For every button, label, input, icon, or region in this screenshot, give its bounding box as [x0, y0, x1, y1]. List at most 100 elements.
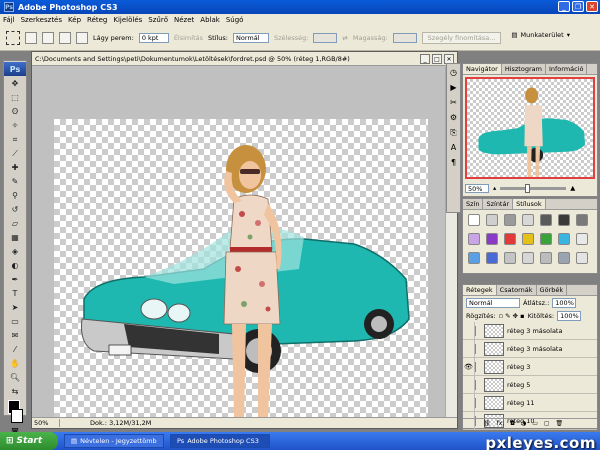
canvas-area[interactable] [32, 67, 447, 418]
paragraph-panel-icon[interactable]: ¶ [448, 157, 459, 168]
style-swatch[interactable] [486, 214, 498, 226]
character-panel-icon[interactable]: A [448, 142, 459, 153]
workspace-button[interactable]: ▤ Munkaterület ▾ [511, 31, 570, 39]
minimize-button[interactable]: _ [558, 1, 570, 12]
width-input[interactable] [313, 32, 338, 43]
tab-color[interactable]: Szín [463, 199, 484, 209]
tab-styles[interactable]: Stílusok [513, 199, 546, 209]
history-panel-icon[interactable]: ◷ [448, 67, 459, 78]
menu-item-layer[interactable]: Réteg [87, 16, 107, 24]
crop-tool-icon[interactable]: ⌗ [7, 134, 23, 145]
gradient-tool-icon[interactable]: ▦ [7, 232, 23, 243]
intersect-selection-button[interactable] [76, 31, 88, 44]
transparent-canvas[interactable] [54, 119, 428, 418]
style-swatch[interactable] [522, 233, 534, 245]
dodge-tool-icon[interactable]: ◐ [7, 260, 23, 271]
style-swatch[interactable] [558, 252, 570, 264]
brushes-panel-icon[interactable]: ⚙ [448, 112, 459, 123]
navigator-zoom-slider[interactable] [500, 183, 567, 193]
history-brush-tool-icon[interactable]: ↺ [7, 204, 23, 215]
background-color-swatch[interactable] [11, 409, 23, 423]
feather-input[interactable]: 0 kpt [138, 32, 169, 43]
style-swatch[interactable] [486, 233, 498, 245]
brush-tool-icon[interactable]: ✎ [7, 176, 23, 187]
taskbar-item-photoshop[interactable]: Ps Adobe Photoshop CS3 [170, 434, 270, 448]
menu-item-select[interactable]: Kijelölés [113, 16, 142, 24]
style-swatch[interactable] [576, 233, 588, 245]
style-swatch[interactable] [504, 233, 516, 245]
clone-stamp-tool-icon[interactable]: ⚲ [7, 190, 23, 201]
doc-maximize-button[interactable]: □ [432, 54, 442, 64]
link-layers-icon[interactable]: ⛓ [483, 420, 491, 427]
style-swatch[interactable] [468, 214, 480, 226]
eye-icon[interactable]: 👁︎ [463, 358, 475, 375]
fill-input[interactable]: 100% [557, 310, 582, 321]
tab-navigator[interactable]: Navigátor [463, 64, 502, 74]
style-swatch[interactable] [540, 233, 552, 245]
path-selection-tool-icon[interactable]: ➤ [7, 302, 23, 313]
style-swatch[interactable] [558, 214, 570, 226]
style-swatch[interactable] [468, 252, 480, 264]
restore-button[interactable]: ❐ [572, 1, 584, 12]
marquee-tool-icon[interactable] [6, 30, 20, 45]
eyedropper-tool-icon[interactable]: ⟋ [7, 148, 23, 159]
magic-wand-tool-icon[interactable]: ✧ [7, 120, 23, 131]
menu-item-file[interactable]: Fájl [3, 16, 15, 24]
doc-info[interactable]: Dok.: 3,12M/31,2M [60, 419, 151, 427]
subtract-selection-button[interactable] [59, 31, 71, 44]
taskbar-item-notepad[interactable]: ▤ Névtelen - Jegyzettömb [64, 434, 164, 448]
menu-item-image[interactable]: Kép [68, 16, 81, 24]
style-select[interactable]: Normál [232, 32, 269, 43]
add-selection-button[interactable] [42, 31, 54, 44]
layer-row[interactable]: réteg 3 másolata [463, 340, 597, 358]
document-title-bar[interactable]: C:\Documents and Settings\peti\Dokumentu… [32, 52, 457, 66]
visibility-toggle[interactable] [463, 340, 475, 357]
style-swatch[interactable] [468, 233, 480, 245]
style-swatch[interactable] [504, 252, 516, 264]
layer-row[interactable]: réteg 5 [463, 376, 597, 394]
healing-brush-tool-icon[interactable]: ✚ [7, 162, 23, 173]
tab-histogram[interactable]: Hisztogram [502, 64, 546, 74]
swap-colors-icon[interactable]: ⇆ [7, 386, 23, 397]
tab-paths[interactable]: Görbék [537, 285, 568, 295]
zoom-in-icon[interactable]: ▲ [570, 184, 575, 192]
zoom-tool-icon[interactable]: 🔍︎ [7, 372, 23, 383]
notes-tool-icon[interactable]: ✉ [7, 330, 23, 341]
tab-info[interactable]: Információ [546, 64, 588, 74]
antialias-checkbox[interactable]: Élsimítás [174, 34, 203, 42]
style-swatch[interactable] [540, 252, 552, 264]
style-swatch[interactable] [576, 214, 588, 226]
trash-icon[interactable]: 🗑︎ [556, 420, 564, 427]
new-layer-icon[interactable]: ▢ [544, 420, 550, 427]
blur-tool-icon[interactable]: ◈ [7, 246, 23, 257]
layer-style-button[interactable]: fx. [497, 420, 505, 427]
tool-presets-icon[interactable]: ✂ [448, 97, 459, 108]
tab-swatches[interactable]: Színtár [483, 199, 514, 209]
clone-source-icon[interactable]: ⎘ [448, 127, 459, 138]
eyedropper-2-tool-icon[interactable]: ⁄ [7, 344, 23, 355]
close-button[interactable]: ✕ [586, 1, 598, 12]
height-input[interactable] [392, 32, 417, 43]
menu-item-window[interactable]: Ablak [200, 16, 220, 24]
start-button[interactable]: ⊞ Start [0, 432, 58, 450]
lock-icons[interactable]: ▫ ✎ ✥ ▪ [499, 312, 525, 320]
style-swatch[interactable] [504, 214, 516, 226]
doc-zoom-field[interactable]: 50% [32, 419, 60, 427]
style-swatch[interactable] [486, 252, 498, 264]
pen-tool-icon[interactable]: ✒ [7, 274, 23, 285]
type-tool-icon[interactable]: T [7, 288, 23, 299]
lasso-tool-icon[interactable]: ʘ [7, 106, 23, 117]
swap-icon[interactable]: ⇄ [342, 34, 347, 42]
doc-minimize-button[interactable]: _ [420, 54, 430, 64]
new-selection-button[interactable] [25, 31, 37, 44]
mask-icon[interactable]: ◘ [510, 420, 515, 427]
actions-panel-icon[interactable]: ▶ [448, 82, 459, 93]
layer-row[interactable]: 👁︎ réteg 3 [463, 358, 597, 376]
blend-mode-select[interactable]: Normál [466, 297, 520, 308]
style-swatch[interactable] [540, 214, 552, 226]
menu-item-filter[interactable]: Szűrő [148, 16, 168, 24]
menu-item-view[interactable]: Nézet [174, 16, 194, 24]
visibility-toggle[interactable] [463, 322, 475, 339]
menu-item-help[interactable]: Súgó [226, 16, 244, 24]
style-swatch[interactable] [576, 252, 588, 264]
